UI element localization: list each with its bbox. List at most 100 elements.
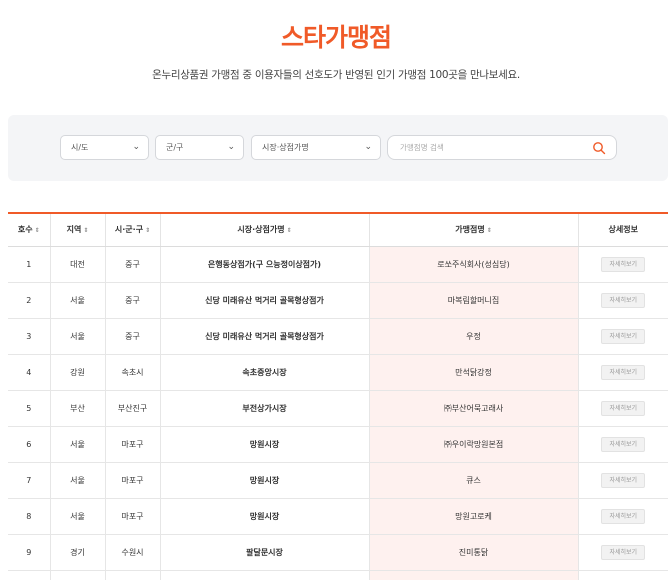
col-header-detail: 상세정보 [578,214,668,247]
cell-detail: 자세히보기 [578,246,668,283]
cell-district: 마포구 [105,498,161,535]
cell-district: 속초시 [105,354,161,391]
region-select[interactable]: 시/도 ⌄ [60,135,149,160]
cell-no: 9 [8,534,51,571]
chevron-down-icon: ⌄ [227,142,235,152]
cell-region [50,570,106,580]
cell-region: 서울 [50,282,106,319]
cell-no: 5 [8,390,51,427]
cell-store: 망원고로케 [369,498,579,535]
cell-market [160,570,370,580]
detail-button[interactable]: 자세히보기 [601,256,646,272]
cell-district: 수원시 [105,534,161,571]
store-table: 호수 ⇕ 지역 ⇕ 시·군·구 ⇕ 시장·상점가명 ⇕ 가맹점명 ⇕ 상세정보 1 대전 중구… [8,212,668,580]
cell-market: 망원시장 [160,426,370,463]
table-row: 6 서울 마포구 망원시장 ㈜우이락망원본점 자세히보기 [8,426,668,463]
market-select[interactable]: 시장·상점가명 ⌄ [251,135,381,160]
detail-button[interactable]: 자세히보기 [601,328,646,344]
district-select[interactable]: 군/구 ⌄ [155,135,244,160]
cell-detail: 자세히보기 [578,498,668,535]
chevron-down-icon: ⌄ [364,142,372,152]
cell-no: 2 [8,282,51,319]
cell-district: 중구 [105,282,161,319]
table-row: 5 부산 부산진구 부전상가시장 ㈜부산어묵고래사 자세히보기 [8,390,668,427]
detail-button[interactable]: 자세히보기 [601,292,646,308]
cell-detail: 자세히보기 [578,426,668,463]
detail-button[interactable]: 자세히보기 [601,400,646,416]
detail-button[interactable]: 자세히보기 [601,508,646,524]
cell-detail: 자세히보기 [578,534,668,571]
cell-store: ㈜우이락망원본점 [369,426,579,463]
detail-button[interactable]: 자세히보기 [601,364,646,380]
filter-panel: 시/도 ⌄ 군/구 ⌄ 시장·상점가명 ⌄ 가맹점명 검색 [8,115,668,181]
cell-district: 부산진구 [105,390,161,427]
cell-market: 신당 미래유산 먹거리 골목형상점가 [160,318,370,355]
search-placeholder: 가맹점명 검색 [400,143,444,152]
cell-region: 서울 [50,318,106,355]
cell-region: 서울 [50,498,106,535]
table-row: 1 대전 중구 은행동상점가(구 으능정이상점가) 로쏘주식회사(성심당) 자세히보기 [8,246,668,283]
page-title: 스타가맹점 [280,23,392,52]
search-icon[interactable] [592,141,606,155]
cell-district: 중구 [105,318,161,355]
district-select-value: 군/구 [166,143,184,152]
table-row: 7 서울 마포구 망원시장 큐스 자세히보기 [8,462,668,499]
cell-market: 부전상가시장 [160,390,370,427]
cell-no: 4 [8,354,51,391]
detail-button[interactable]: 자세히보기 [601,436,646,452]
table-row: 4 강원 속초시 속초중앙시장 만석닭강정 자세히보기 [8,354,668,391]
cell-store: 마복림할머니집 [369,282,579,319]
cell-detail: 자세히보기 [578,354,668,391]
detail-button[interactable]: 자세히보기 [601,472,646,488]
cell-detail: 자세히보기 [578,282,668,319]
table-row: 3 서울 중구 신당 미래유산 먹거리 골목형상점가 우정 자세히보기 [8,318,668,355]
sort-icon: ⇕ [34,227,40,235]
cell-store: 로쏘주식회사(성심당) [369,246,579,283]
detail-button[interactable]: 자세히보기 [601,544,646,560]
cell-district: 중구 [105,246,161,283]
cell-district [105,570,161,580]
cell-market: 신당 미래유산 먹거리 골목형상점가 [160,282,370,319]
col-header-no[interactable]: 호수 ⇕ [8,214,51,247]
cell-market: 팔달문시장 [160,534,370,571]
cell-detail: 자세히보기 [578,390,668,427]
cell-market: 망원시장 [160,498,370,535]
page-subtitle: 온누리상품권 가맹점 중 이용자들의 선호도가 반영된 인기 가맹점 100곳을… [152,69,520,81]
sort-icon: ⇕ [145,227,151,235]
cell-no: 6 [8,426,51,463]
table-row: 8 서울 마포구 망원시장 망원고로케 자세히보기 [8,498,668,535]
cell-store: 진미통닭 [369,534,579,571]
table-row: 2 서울 중구 신당 미래유산 먹거리 골목형상점가 마복림할머니집 자세히보기 [8,282,668,319]
cell-district: 마포구 [105,462,161,499]
cell-detail: 자세히보기 [578,318,668,355]
cell-region: 서울 [50,462,106,499]
cell-market: 은행동상점가(구 으능정이상점가) [160,246,370,283]
chevron-down-icon: ⌄ [132,142,140,152]
cell-no: 7 [8,462,51,499]
cell-region: 경기 [50,534,106,571]
sort-icon: ⇕ [83,227,89,235]
cell-district: 마포구 [105,426,161,463]
cell-no: 1 [8,246,51,283]
col-header-store[interactable]: 가맹점명 ⇕ [369,214,579,247]
store-search-input[interactable]: 가맹점명 검색 [387,135,617,160]
cell-detail: 자세히보기 [578,462,668,499]
col-header-region[interactable]: 지역 ⇕ [50,214,106,247]
sort-icon: ⇕ [286,227,292,235]
cell-store: 우정 [369,318,579,355]
region-select-value: 시/도 [71,143,89,152]
cell-market: 망원시장 [160,462,370,499]
cell-store: 큐스 [369,462,579,499]
col-header-market[interactable]: 시장·상점가명 ⇕ [160,214,370,247]
table-row: 9 경기 수원시 팔달문시장 진미통닭 자세히보기 [8,534,668,571]
cell-store: 만석닭강정 [369,354,579,391]
cell-region: 서울 [50,426,106,463]
table-row [8,570,668,580]
col-header-district[interactable]: 시·군·구 ⇕ [105,214,161,247]
cell-no [8,570,51,580]
cell-region: 대전 [50,246,106,283]
cell-store: ㈜부산어묵고래사 [369,390,579,427]
cell-store [369,570,579,580]
sort-icon: ⇕ [486,227,492,235]
cell-region: 부산 [50,390,106,427]
